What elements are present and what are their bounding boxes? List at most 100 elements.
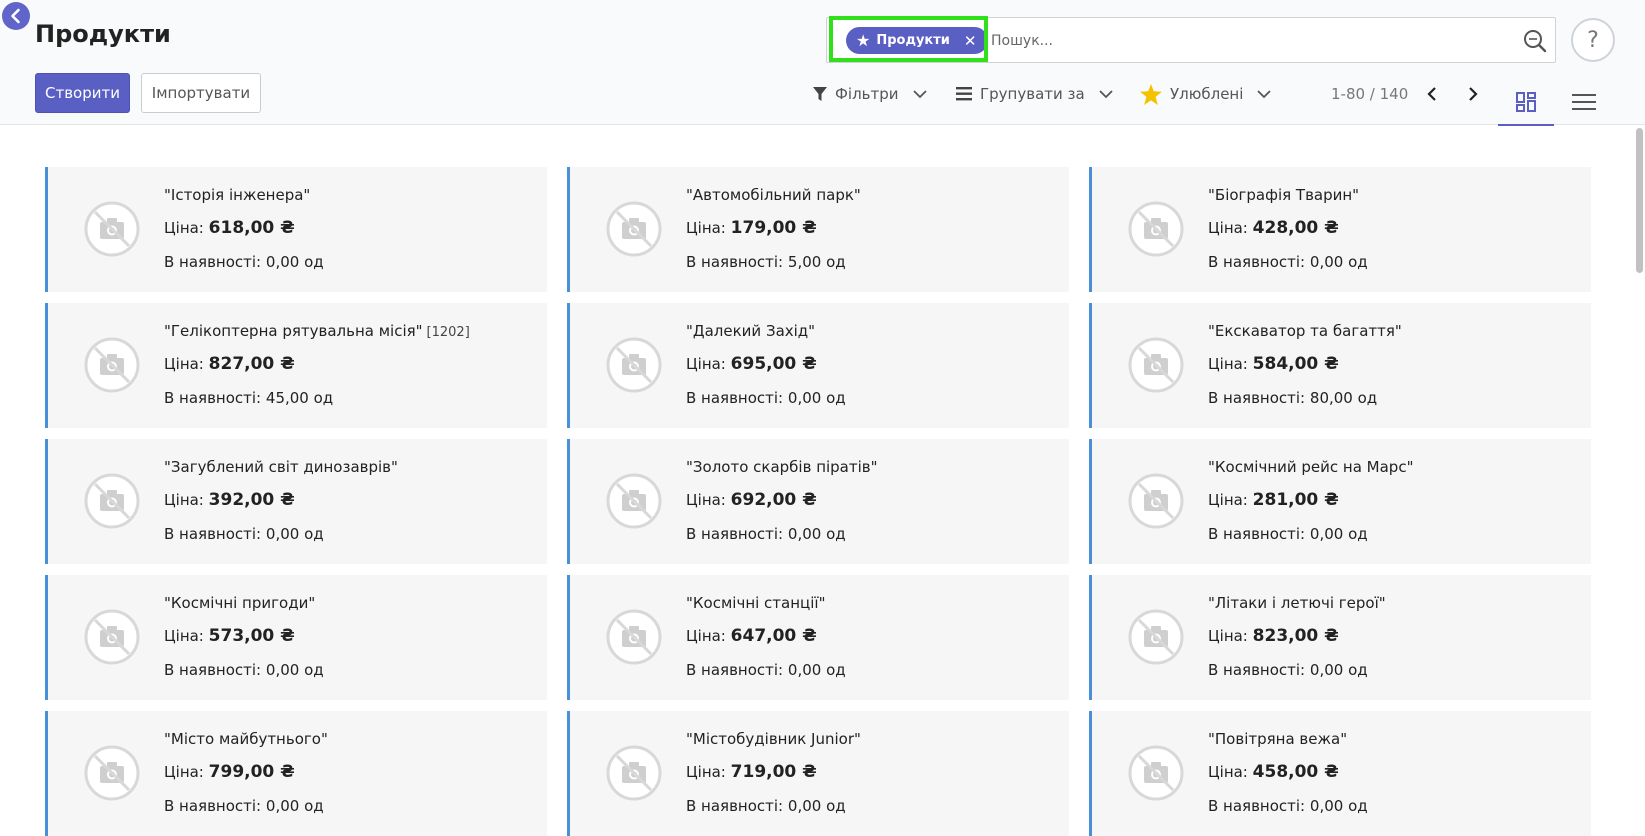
product-card[interactable]: "Повітряна вежа" Ціна: 458,00 ₴ В наявно… (1089, 711, 1591, 836)
product-image (605, 472, 663, 530)
product-name: "Загублений світ динозаврів" (164, 458, 402, 476)
product-card[interactable]: "Історія інженера" Ціна: 618,00 ₴ В наяв… (45, 167, 547, 292)
product-image (83, 744, 141, 802)
group-by-dropdown[interactable]: Групувати за (956, 80, 1113, 108)
price-label: Ціна: (164, 355, 204, 373)
product-stock: В наявності: 45,00 од (164, 389, 333, 407)
price-label: Ціна: (164, 219, 204, 237)
product-name: "Автомобільний парк" (686, 186, 865, 204)
product-card[interactable]: "Золото скарбів піратів" Ціна: 692,00 ₴ … (567, 439, 1069, 564)
price-label: Ціна: (1208, 763, 1248, 781)
product-image (605, 608, 663, 666)
stock-label: В наявності: (686, 525, 784, 543)
product-card[interactable]: "Космічні пригоди" Ціна: 573,00 ₴ В наяв… (45, 575, 547, 700)
import-button[interactable]: Імпортувати (141, 73, 261, 113)
product-title: "Містобудівник Junior" (686, 730, 861, 748)
no-image-icon (606, 473, 662, 529)
product-name: "Екскаватор та багаття" (1208, 322, 1406, 340)
stock-value: 0,00 од (787, 661, 846, 679)
product-card[interactable]: "Біографія Тварин" Ціна: 428,00 ₴ В наяв… (1089, 167, 1591, 292)
no-image-icon (84, 473, 140, 529)
stock-label: В наявності: (164, 253, 262, 271)
stock-value: 0,00 од (265, 661, 324, 679)
kanban-view-button[interactable] (1498, 80, 1554, 126)
stock-label: В наявності: (686, 797, 784, 815)
product-price: Ціна: 695,00 ₴ (686, 354, 817, 374)
product-card[interactable]: "Місто майбутнього" Ціна: 799,00 ₴ В ная… (45, 711, 547, 836)
favorites-dropdown[interactable]: Улюблені (1140, 80, 1272, 108)
product-price: Ціна: 823,00 ₴ (1208, 626, 1339, 646)
product-card[interactable]: "Далекий Захід" Ціна: 695,00 ₴ В наявнос… (567, 303, 1069, 428)
search-icon[interactable] (1522, 28, 1548, 54)
price-value: 281,00 ₴ (1252, 490, 1339, 510)
stock-value: 0,00 од (265, 525, 324, 543)
price-label: Ціна: (686, 491, 726, 509)
product-stock: В наявності: 0,00 од (686, 389, 846, 407)
product-card[interactable]: "Екскаватор та багаття" Ціна: 584,00 ₴ В… (1089, 303, 1591, 428)
stock-value: 80,00 од (1309, 389, 1378, 407)
product-stock: В наявності: 0,00 од (1208, 661, 1368, 679)
filters-label: Фільтри (835, 85, 899, 103)
price-label: Ціна: (1208, 491, 1248, 509)
help-button[interactable]: ? (1571, 18, 1615, 62)
kanban-icon (1516, 92, 1536, 112)
chevron-left-icon (11, 8, 20, 24)
pager-next-button[interactable] (1461, 80, 1485, 108)
product-name: "Біографія Тварин" (1208, 186, 1363, 204)
search-input[interactable] (991, 26, 1501, 56)
product-stock: В наявності: 0,00 од (1208, 525, 1368, 543)
page-title: Продукти (35, 20, 171, 48)
list-view-button[interactable] (1556, 80, 1612, 124)
no-image-icon (1128, 337, 1184, 393)
product-card[interactable]: "Автомобільний парк" Ціна: 179,00 ₴ В на… (567, 167, 1069, 292)
product-image (1127, 200, 1185, 258)
stock-value: 0,00 од (787, 525, 846, 543)
scrollbar[interactable] (1636, 128, 1643, 273)
product-card[interactable]: "Загублений світ динозаврів" Ціна: 392,0… (45, 439, 547, 564)
price-label: Ціна: (1208, 627, 1248, 645)
favorites-label: Улюблені (1170, 85, 1244, 103)
product-image (1127, 744, 1185, 802)
price-value: 584,00 ₴ (1252, 354, 1339, 374)
product-image (605, 744, 663, 802)
no-image-icon (84, 745, 140, 801)
product-price: Ціна: 281,00 ₴ (1208, 490, 1339, 510)
product-card[interactable]: "Містобудівник Junior" Ціна: 719,00 ₴ В … (567, 711, 1069, 836)
product-price: Ціна: 719,00 ₴ (686, 762, 817, 782)
price-value: 719,00 ₴ (730, 762, 817, 782)
product-name: "Космічні пригоди" (164, 594, 319, 612)
price-value: 647,00 ₴ (730, 626, 817, 646)
no-image-icon (1128, 609, 1184, 665)
no-image-icon (606, 609, 662, 665)
back-button[interactable] (2, 2, 30, 30)
product-card[interactable]: "Космічні станції" Ціна: 647,00 ₴ В наяв… (567, 575, 1069, 700)
group-by-label: Групувати за (980, 85, 1085, 103)
no-image-icon (84, 337, 140, 393)
product-price: Ціна: 692,00 ₴ (686, 490, 817, 510)
price-label: Ціна: (686, 219, 726, 237)
product-image (1127, 472, 1185, 530)
facet-highlight-box (829, 16, 988, 62)
product-card[interactable]: "Гелікоптерна рятувальна місія" [1202] Ці… (45, 303, 547, 428)
price-value: 827,00 ₴ (208, 354, 295, 374)
create-button[interactable]: Створити (35, 73, 130, 113)
product-stock: В наявності: 0,00 од (1208, 253, 1368, 271)
product-card[interactable]: "Космічний рейс на Марс" Ціна: 281,00 ₴ … (1089, 439, 1591, 564)
product-stock: В наявності: 0,00 од (1208, 797, 1368, 815)
filters-dropdown[interactable]: Фільтри (813, 80, 927, 108)
chevron-right-icon (1469, 87, 1478, 101)
pager-previous-button[interactable] (1420, 80, 1444, 108)
product-name: "Повітряна вежа" (1208, 730, 1351, 748)
product-image (1127, 608, 1185, 666)
stock-label: В наявності: (164, 797, 262, 815)
price-value: 458,00 ₴ (1252, 762, 1339, 782)
product-name: "Містобудівник Junior" (686, 730, 865, 748)
product-card[interactable]: "Літаки і летючі герої" Ціна: 823,00 ₴ В… (1089, 575, 1591, 700)
product-title: "Біографія Тварин" (1208, 186, 1360, 204)
product-title: "Літаки і летючі герої" (1208, 594, 1386, 612)
product-price: Ціна: 179,00 ₴ (686, 218, 817, 238)
pager-value[interactable]: 1-80 / 140 (1331, 85, 1408, 103)
price-label: Ціна: (164, 627, 204, 645)
product-name: "Космічні станції" (686, 594, 830, 612)
product-stock: В наявності: 80,00 од (1208, 389, 1377, 407)
